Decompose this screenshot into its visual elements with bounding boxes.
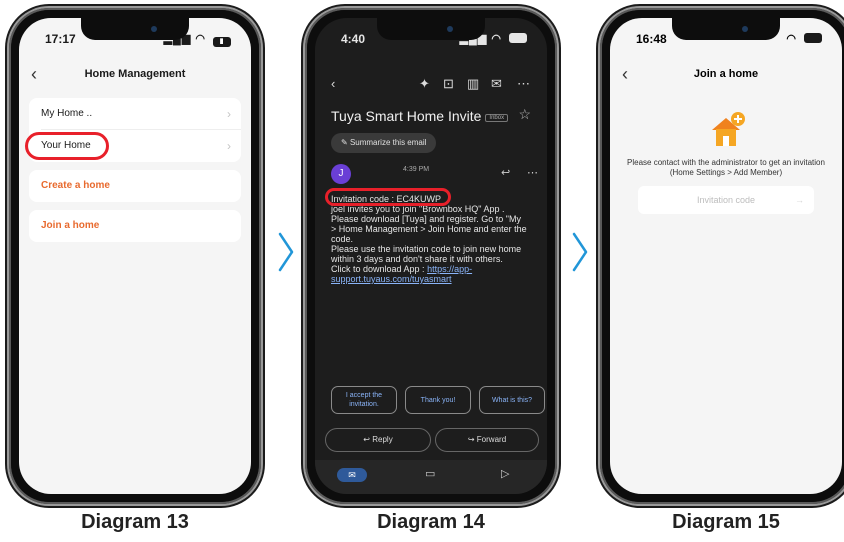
phone-notch	[377, 18, 485, 40]
body-line: code.	[331, 234, 354, 244]
archive-icon[interactable]: ⊡	[443, 76, 454, 92]
mark-unread-icon[interactable]: ✉	[491, 76, 502, 92]
status-time: 17:17	[45, 32, 76, 46]
phone-notch	[672, 18, 780, 40]
body-line: Please download [Tuya] and register. Go …	[331, 214, 521, 224]
body-line: within 3 days and don't share it with ot…	[331, 254, 503, 264]
phone-notch	[81, 18, 189, 40]
delete-icon[interactable]: ▥	[467, 76, 479, 92]
back-icon[interactable]: ‹	[331, 76, 335, 91]
chat-tab-icon[interactable]: ▭	[425, 467, 435, 480]
create-home-card[interactable]: Create a home	[29, 170, 241, 202]
battery-icon	[509, 33, 527, 43]
chip-thanks[interactable]: Thank you!	[405, 386, 471, 414]
battery-icon: ▮	[213, 37, 231, 47]
navbar: ‹ Home Management	[19, 64, 251, 88]
chip-what[interactable]: What is this?	[479, 386, 545, 414]
star-icon[interactable]: ☆	[518, 106, 531, 123]
next-step-chevron-icon	[572, 232, 588, 272]
bottom-nav: ✉ ▭ ▷	[315, 460, 547, 494]
join-home-button[interactable]: Join a home	[29, 210, 241, 242]
status-time: 16:48	[636, 32, 667, 46]
home-item-label: My Home ..	[41, 108, 93, 119]
next-step-chevron-icon	[278, 232, 294, 272]
create-home-button[interactable]: Create a home	[29, 170, 241, 202]
sparkle-icon[interactable]: ✦	[419, 76, 430, 92]
status-time: 4:40	[341, 32, 366, 46]
phone-join-home: 16:48 ◠ ‹ Join a home Please contact wit…	[600, 8, 844, 504]
body-line: Click to download App : https://app-	[331, 264, 541, 274]
more-icon[interactable]: ⋯	[527, 166, 538, 179]
email-toolbar: ‹ ✦ ⊡ ▥ ✉ ⋯	[315, 76, 547, 96]
body-line-text: Click to download App :	[331, 264, 428, 274]
phone-home-management: 17:17 ▂▄▆ ◠ ▮ ‹ Home Management My Home …	[9, 8, 261, 504]
status-icons: ◠	[786, 32, 822, 45]
avatar[interactable]: J	[331, 164, 351, 184]
summarize-button[interactable]: ✎ Summarize this email	[331, 133, 437, 153]
join-home-screen: 16:48 ◠ ‹ Join a home Please contact wit…	[610, 18, 842, 494]
navbar: ‹ Join a home	[610, 64, 842, 88]
phone-email: 4:40 ▂▄▆ ◠ ‹ ✦ ⊡ ▥ ✉ ⋯ Tuya Smart Home I…	[305, 8, 557, 504]
highlight-circle-code	[325, 188, 451, 206]
inbox-label[interactable]: Inbox	[485, 114, 509, 122]
house-add-icon	[712, 112, 745, 146]
email-body: Invitation code : EC4KUWP joel invites y…	[331, 194, 541, 284]
body-line: Please use the invitation code to join n…	[331, 244, 522, 254]
page-title: Join a home	[693, 68, 759, 80]
highlight-circle-your-home	[25, 132, 109, 160]
forward-label: Forward	[476, 435, 507, 444]
invite-instructions: Please contact with the administrator to…	[627, 158, 825, 177]
smart-reply-chips: I accept the invitation. Thank you! What…	[331, 386, 545, 414]
email-screen: 4:40 ▂▄▆ ◠ ‹ ✦ ⊡ ▥ ✉ ⋯ Tuya Smart Home I…	[315, 18, 547, 494]
more-icon[interactable]: ⋯	[517, 76, 530, 92]
mail-tab-icon[interactable]: ✉	[337, 468, 367, 482]
download-link[interactable]: https://app-	[427, 264, 472, 274]
body-line: > Home Management > Join Home and enter …	[331, 224, 527, 234]
tutorial-stage: 17:17 ▂▄▆ ◠ ▮ ‹ Home Management My Home …	[0, 0, 844, 542]
summarize-label: Summarize this email	[349, 138, 427, 147]
caption-diagram-15: Diagram 15	[672, 511, 780, 533]
caption-diagram-14: Diagram 14	[377, 511, 485, 533]
home-management-screen: 17:17 ▂▄▆ ◠ ▮ ‹ Home Management My Home …	[19, 18, 251, 494]
email-time: 4:39 PM	[403, 166, 430, 173]
reply-icon[interactable]: ↩	[501, 166, 510, 179]
reply-label: Reply	[372, 435, 393, 444]
home-item-my-home[interactable]: My Home .. ›	[29, 98, 241, 130]
chevron-right-icon: ›	[227, 107, 231, 121]
forward-button[interactable]: ↪ Forward	[435, 428, 539, 452]
invitation-code-placeholder: Invitation code	[696, 195, 756, 205]
chevron-right-icon: ›	[227, 139, 231, 153]
arrow-right-icon[interactable]: →	[795, 186, 804, 214]
join-home-card[interactable]: Join a home	[29, 210, 241, 242]
invitation-code-input[interactable]: Invitation code →	[638, 186, 814, 214]
reply-button[interactable]: ↩ Reply	[325, 428, 431, 452]
battery-icon	[804, 33, 822, 43]
page-title: Home Management	[84, 68, 186, 80]
email-subject: Tuya Smart Home Invite Inbox	[331, 108, 509, 124]
chip-accept[interactable]: I accept the invitation.	[331, 386, 397, 414]
caption-diagram-13: Diagram 13	[81, 511, 189, 533]
subject-text: Tuya Smart Home Invite	[331, 108, 482, 124]
download-link-cont[interactable]: support.tuyaus.com/tuyasmart	[331, 274, 452, 284]
meet-tab-icon[interactable]: ▷	[501, 467, 509, 480]
